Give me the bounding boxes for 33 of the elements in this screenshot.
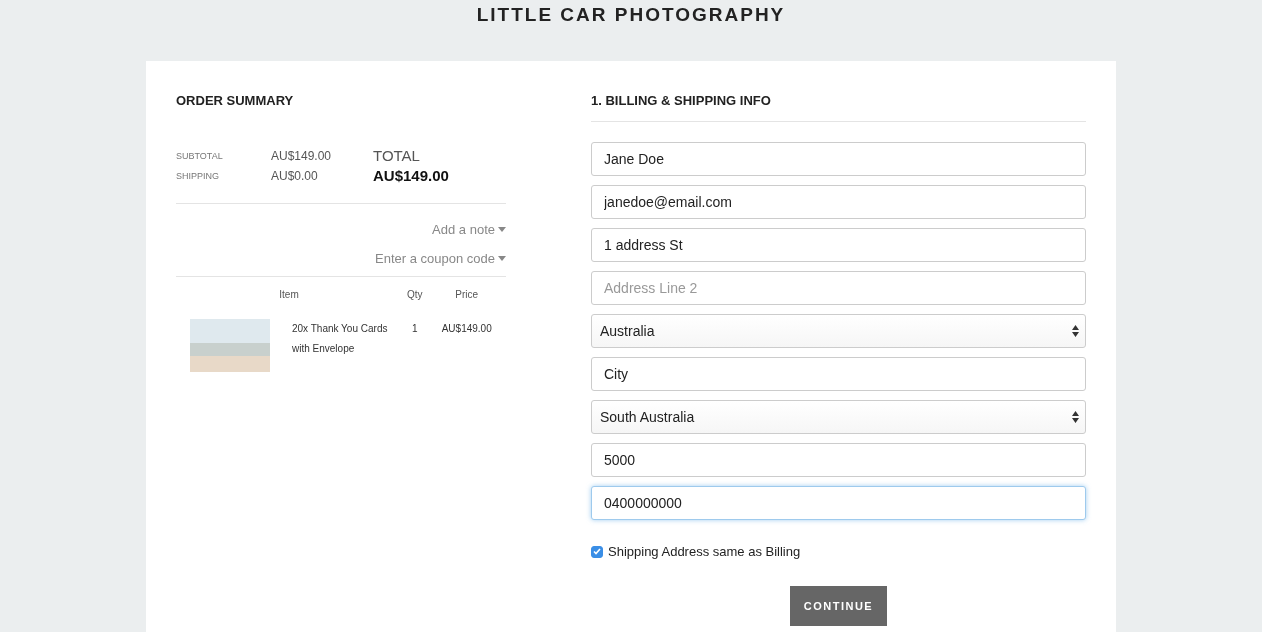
column-header: Price: [455, 288, 479, 300]
input-field[interactable]: 5000: [591, 443, 1086, 477]
select-field[interactable]: South Australia: [591, 400, 1086, 434]
item-price: AU$149.00: [441, 323, 492, 334]
checkbox[interactable]: [591, 545, 603, 558]
continue-button[interactable]: CONTINUE: [790, 586, 887, 626]
input-field[interactable]: Address Line 2: [591, 271, 1086, 305]
item-qty: 1: [411, 323, 418, 334]
summary-label: SHIPPING: [176, 170, 220, 183]
total-amount: AU$149.00: [373, 166, 449, 186]
input-field[interactable]: City: [591, 357, 1086, 391]
checkbox-label: Shipping Address same as Billing: [608, 544, 801, 559]
input-field[interactable]: janedoe@email.com: [591, 185, 1086, 219]
section-heading: 1. BILLING & SHIPPING INFO: [591, 93, 1086, 122]
input-field[interactable]: 0400000000: [591, 486, 1086, 520]
toggle-link[interactable]: Enter a coupon code: [375, 251, 506, 266]
up-down-icon: [1072, 411, 1079, 423]
store-title: LITTLE CAR PHOTOGRAPHY: [476, 4, 786, 27]
input-field[interactable]: 1 address St: [591, 228, 1086, 262]
up-down-icon: [1072, 325, 1079, 337]
toggle-link[interactable]: Add a note: [432, 222, 506, 237]
caret-icon: [498, 256, 506, 261]
total-label: TOTAL: [373, 147, 421, 165]
summary-label: SUBTOTAL: [176, 150, 224, 163]
section-heading: ORDER SUMMARY: [176, 93, 295, 109]
item-name: 20x Thank You Cards with Envelope: [292, 322, 389, 356]
select-field[interactable]: Australia: [591, 314, 1086, 348]
caret-icon: [498, 227, 506, 232]
summary-amount: AU$149.00: [271, 148, 333, 164]
column-header: Qty: [406, 288, 423, 300]
column-header: Item: [279, 288, 299, 300]
summary-amount: AU$0.00: [271, 168, 319, 184]
input-field[interactable]: Jane Doe: [591, 142, 1086, 176]
